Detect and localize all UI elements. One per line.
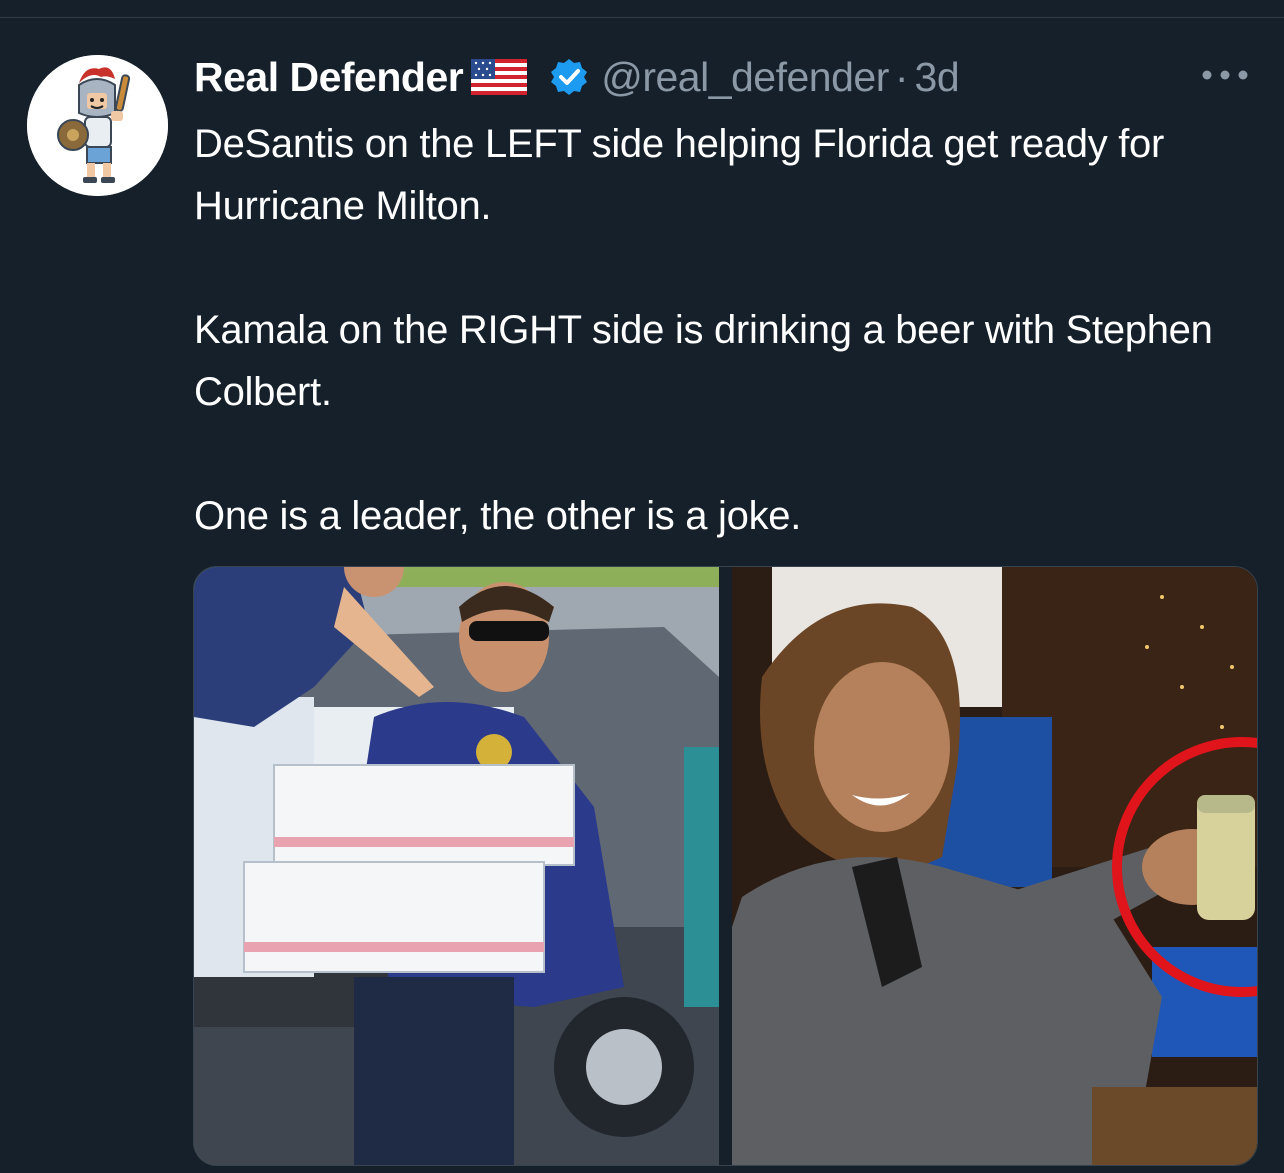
separator-dot: · xyxy=(894,53,909,100)
us-flag-icon xyxy=(471,59,528,95)
display-name[interactable]: Real Defender xyxy=(194,54,464,101)
avatar[interactable] xyxy=(27,55,168,196)
media-photo-right[interactable] xyxy=(732,567,1257,1165)
tweet-header: Real Defender @real_defender · 3d xyxy=(194,52,960,102)
tweet-text: DeSantis on the LEFT side helping Florid… xyxy=(194,113,1269,547)
media-photo-left[interactable] xyxy=(194,567,719,1165)
author-handle[interactable]: @real_defender xyxy=(601,54,889,101)
photo-man-carrying-boxes-icon xyxy=(194,567,719,1165)
photo-woman-holding-can-icon xyxy=(732,567,1257,1165)
spartan-avatar-icon xyxy=(27,55,168,196)
more-dots-icon xyxy=(1202,70,1248,80)
verified-badge-icon[interactable] xyxy=(549,57,589,97)
tweet-text-line: One is a leader, the other is a joke. xyxy=(194,494,802,538)
tweet-time[interactable]: 3d xyxy=(915,54,960,101)
top-divider xyxy=(0,17,1284,18)
more-options-button[interactable] xyxy=(1195,62,1255,88)
media-grid xyxy=(193,566,1258,1166)
tweet-text-line: Kamala on the RIGHT side is drinking a b… xyxy=(194,308,1213,414)
tweet-text-line: DeSantis on the LEFT side helping Florid… xyxy=(194,122,1164,228)
